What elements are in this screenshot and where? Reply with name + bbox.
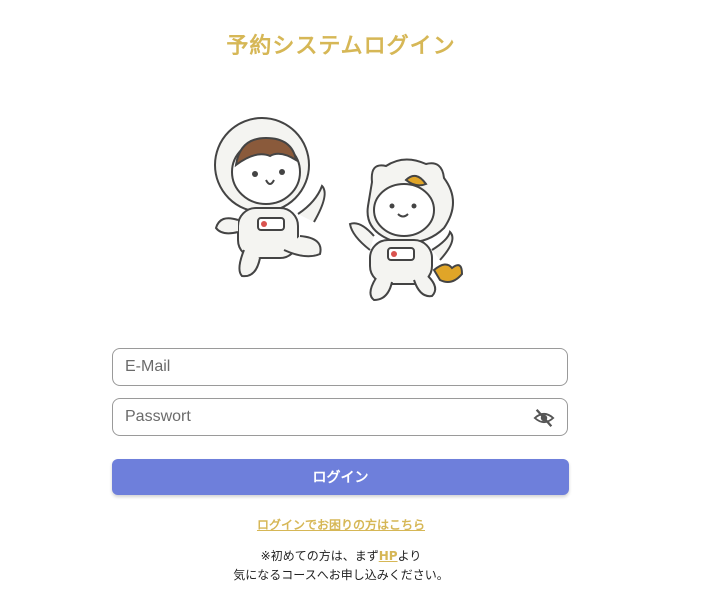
page-title: 予約システムログイン: [226, 34, 456, 59]
note-suffix: より: [397, 549, 422, 563]
astronaut-illustration: [214, 117, 464, 302]
eye-off-icon[interactable]: [533, 407, 555, 429]
login-help-link[interactable]: ログインでお困りの方はこちら: [257, 518, 425, 532]
hp-link[interactable]: HP: [379, 549, 398, 563]
signup-note: ※初めての方は、まずHPより 気になるコースへお申し込みください。: [0, 547, 682, 585]
note-line-2: 気になるコースへお申し込みください。: [233, 568, 449, 582]
password-field[interactable]: [112, 398, 568, 436]
note-prefix: ※初めての方は、まず: [260, 549, 379, 563]
email-field[interactable]: [112, 348, 568, 386]
login-button[interactable]: ログイン: [112, 459, 569, 495]
boy-astronaut: [214, 117, 326, 278]
email-input[interactable]: [113, 349, 567, 385]
help-link-container: ログインでお困りの方はこちら: [0, 516, 682, 533]
password-input[interactable]: [113, 399, 567, 435]
note-line-1: ※初めての方は、まずHPより: [0, 547, 682, 566]
cat-astronaut: [348, 158, 464, 302]
